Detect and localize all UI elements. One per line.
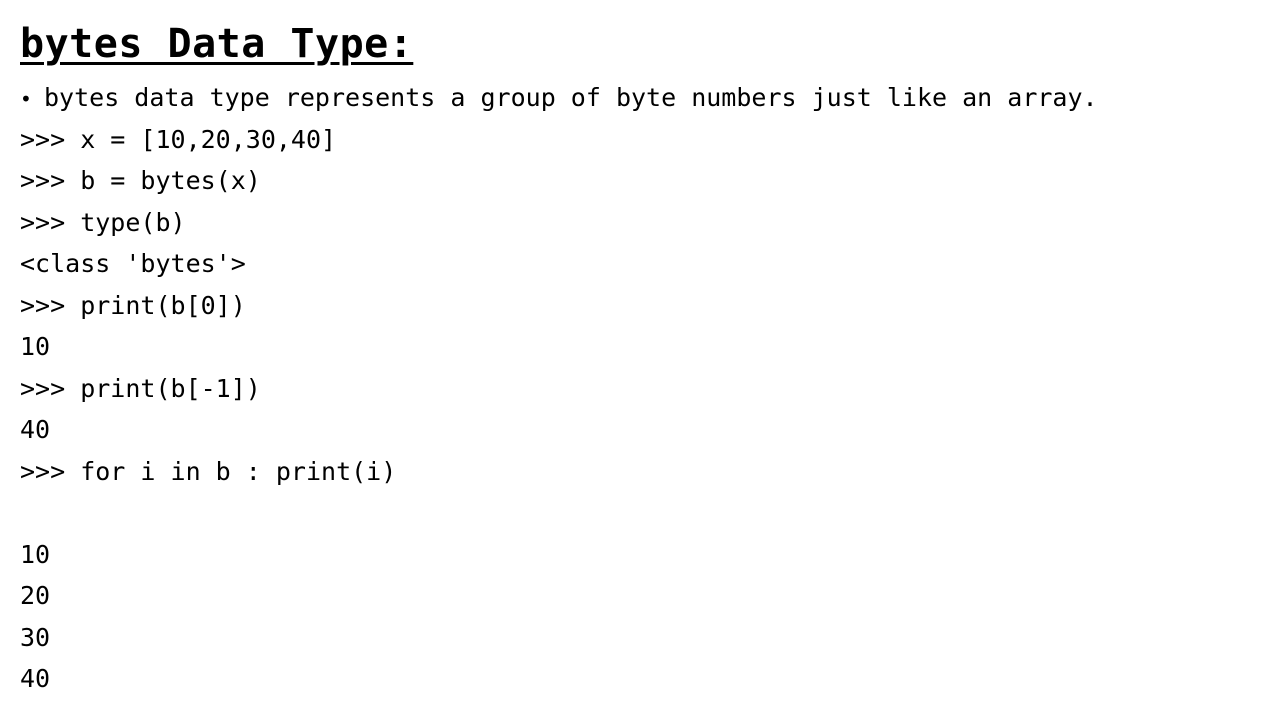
slide: bytes Data Type: • bytes data type repre… bbox=[0, 0, 1280, 720]
code-line: >>> type(b) bbox=[20, 207, 186, 237]
output-line: 40 bbox=[20, 415, 51, 444]
code-line: >>> b = bytes(x) bbox=[20, 166, 261, 195]
code-line: >>> print(b[-1]) bbox=[20, 373, 261, 403]
output-line: 10 bbox=[20, 332, 51, 361]
slide-title: bytes Data Type: bbox=[20, 21, 414, 67]
output-line: 10 bbox=[20, 539, 51, 569]
code-line: >>> print(b[0]) bbox=[20, 290, 246, 320]
output-line: 20 bbox=[20, 581, 51, 610]
slide-body: • bytes data type represents a group of … bbox=[20, 77, 1260, 700]
code-line: >>> x = [10,20,30,40] bbox=[20, 124, 337, 154]
output-line: 40 bbox=[20, 664, 51, 693]
code-line: >>> for i in b : print(i) bbox=[20, 456, 397, 486]
output-line: 30 bbox=[20, 622, 51, 652]
bullet-icon: • bbox=[20, 87, 32, 111]
output-line: <class 'bytes'> bbox=[20, 249, 246, 278]
bullet-text: bytes data type represents a group of by… bbox=[44, 83, 1098, 112]
bullet-item: • bytes data type represents a group of … bbox=[20, 77, 1260, 119]
